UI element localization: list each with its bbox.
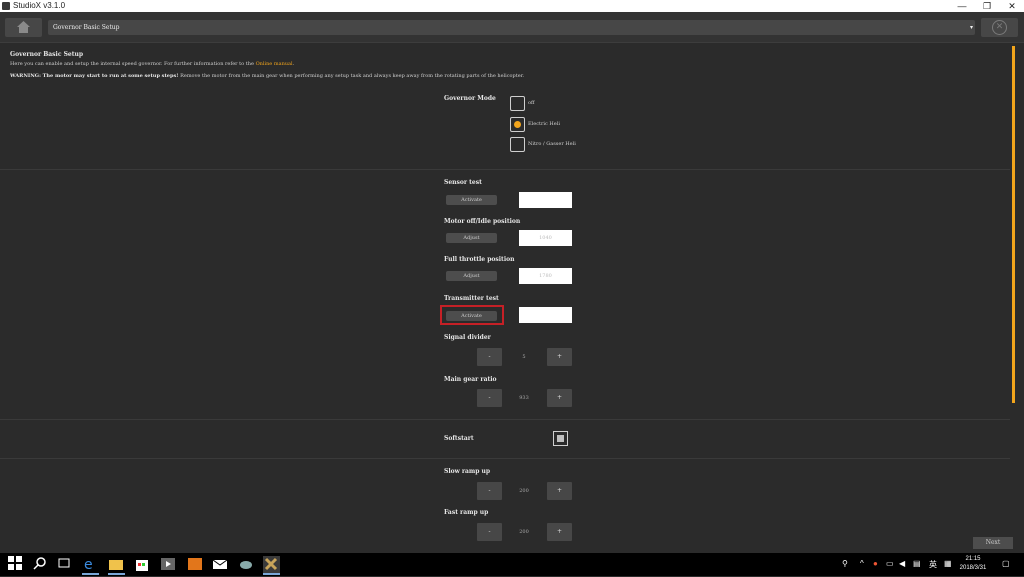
helicopter-app-icon[interactable] — [238, 556, 255, 573]
window-title: StudioX v3.1.0 — [13, 1, 66, 10]
sensor-test-field — [519, 192, 572, 208]
governor-mode-electric-checkbox[interactable] — [510, 117, 525, 132]
governor-mode-label: Governor Mode — [444, 95, 496, 102]
home-icon — [17, 21, 30, 33]
sensor-test-label: Sensor test — [444, 179, 482, 186]
windows-start-icon[interactable] — [8, 556, 25, 573]
home-button[interactable] — [5, 18, 42, 37]
edge-browser-icon[interactable]: e — [82, 556, 99, 575]
transmitter-test-field — [519, 307, 572, 323]
fast-ramp-up-controls: - 200 + — [470, 521, 580, 553]
softstart-checkbox[interactable] — [553, 431, 568, 446]
media-player-icon[interactable] — [160, 556, 177, 573]
governor-mode-off-label: off — [528, 100, 535, 106]
main-gear-ratio-decrement-button[interactable]: - — [477, 389, 502, 407]
window-titlebar: StudioX v3.1.0 — ❐ ✕ — [0, 0, 1024, 12]
motor-off-field: 1040 — [519, 230, 572, 246]
minimize-button[interactable]: — — [950, 0, 974, 12]
input-method-icon[interactable]: ▦ — [944, 559, 952, 568]
top-navigation-bar: Governor Basic Setup ▾ ✕ — [0, 12, 1024, 43]
app-icon — [2, 2, 10, 10]
main-gear-ratio-increment-button[interactable]: + — [547, 389, 572, 407]
slow-ramp-up-value: 200 — [519, 488, 529, 494]
section-divider — [0, 169, 1010, 170]
warning-label: WARNING: The motor may start to run at s… — [10, 73, 179, 79]
signal-divider-increment-button[interactable]: + — [547, 348, 572, 366]
task-view-icon[interactable] — [57, 556, 74, 573]
full-throttle-label: Full throttle position — [444, 256, 515, 263]
governor-mode-electric-label: Electric Heli — [528, 121, 560, 127]
section-divider — [0, 458, 1010, 459]
fast-ramp-up-value: 200 — [519, 529, 529, 535]
section-divider — [0, 419, 1010, 420]
scrollbar-thumb[interactable] — [1012, 46, 1015, 403]
slow-ramp-up-increment-button[interactable]: + — [547, 482, 572, 500]
chevron-down-icon: ▾ — [969, 24, 973, 31]
transmitter-test-label: Transmitter test — [444, 295, 499, 302]
file-explorer-icon[interactable] — [108, 556, 125, 575]
mail-icon[interactable] — [212, 556, 229, 573]
close-icon: ✕ — [992, 20, 1007, 35]
motor-off-adjust-button[interactable]: Adjust — [446, 233, 497, 243]
network-icon[interactable]: ▭ — [886, 559, 894, 568]
governor-mode-nitro-checkbox[interactable] — [510, 137, 525, 152]
chevron-up-icon[interactable]: ^ — [860, 559, 864, 568]
keyboard-icon[interactable]: ▤ — [913, 559, 921, 568]
fast-ramp-up-increment-button[interactable]: + — [547, 523, 572, 541]
photos-app-icon[interactable] — [187, 556, 204, 573]
volume-icon[interactable]: ◀ — [899, 559, 905, 568]
full-throttle-adjust-button[interactable]: Adjust — [446, 271, 497, 281]
main-gear-ratio-label: Main gear ratio — [444, 376, 497, 383]
motor-off-label: Motor off/Idle position — [444, 218, 521, 225]
governor-mode-nitro-label: Nitro / Gasser Heli — [528, 141, 576, 147]
search-icon[interactable] — [33, 556, 50, 573]
people-icon[interactable]: ⚲ — [842, 559, 848, 568]
breadcrumb: Governor Basic Setup — [53, 24, 120, 31]
signal-divider-decrement-button[interactable]: - — [477, 348, 502, 366]
notification-icon[interactable]: ▢ — [1002, 559, 1010, 568]
studiox-app-icon[interactable] — [263, 556, 280, 575]
maximize-button[interactable]: ❐ — [975, 0, 999, 12]
store-icon[interactable] — [134, 556, 151, 573]
signal-divider-label: Signal divider — [444, 334, 491, 341]
online-manual-link[interactable]: Online manual — [256, 61, 293, 67]
full-throttle-field: 1780 — [519, 268, 572, 284]
fast-ramp-up-label: Fast ramp up — [444, 509, 489, 516]
slow-ramp-up-decrement-button[interactable]: - — [477, 482, 502, 500]
main-content: Governor Basic Setup Here you can enable… — [0, 43, 1024, 553]
taskbar: e ⚲ ^ ● ▭ ◀ ▤ 英 ▦ 21:15 2018/3/31 ▢ — [0, 553, 1024, 576]
slow-ramp-up-label: Slow ramp up — [444, 468, 491, 475]
highlight-box — [440, 305, 504, 325]
page-title: Governor Basic Setup — [10, 51, 84, 58]
language-icon[interactable]: 英 — [929, 559, 937, 570]
clock-time: 21:15 — [965, 556, 981, 562]
close-setup-button[interactable]: ✕ — [981, 18, 1018, 37]
clock-date: 2018/3/31 — [959, 565, 987, 571]
intro-text: Here you can enable and setup the intern… — [10, 61, 295, 67]
close-window-button[interactable]: ✕ — [1000, 0, 1024, 12]
governor-mode-off-checkbox[interactable] — [510, 96, 525, 111]
main-gear-ratio-value: 933 — [519, 395, 529, 401]
antivirus-icon[interactable]: ● — [873, 559, 878, 568]
warning-text: WARNING: The motor may start to run at s… — [10, 73, 525, 79]
system-clock[interactable]: 21:15 2018/3/31 — [955, 555, 991, 573]
breadcrumb-select[interactable]: Governor Basic Setup ▾ — [48, 20, 975, 35]
softstart-label: Softstart — [444, 435, 474, 442]
svg-text:e: e — [84, 557, 93, 572]
fast-ramp-up-decrement-button[interactable]: - — [477, 523, 502, 541]
next-button[interactable]: Next — [973, 537, 1013, 549]
signal-divider-value: 5 — [522, 354, 526, 360]
sensor-test-activate-button[interactable]: Activate — [446, 195, 497, 205]
